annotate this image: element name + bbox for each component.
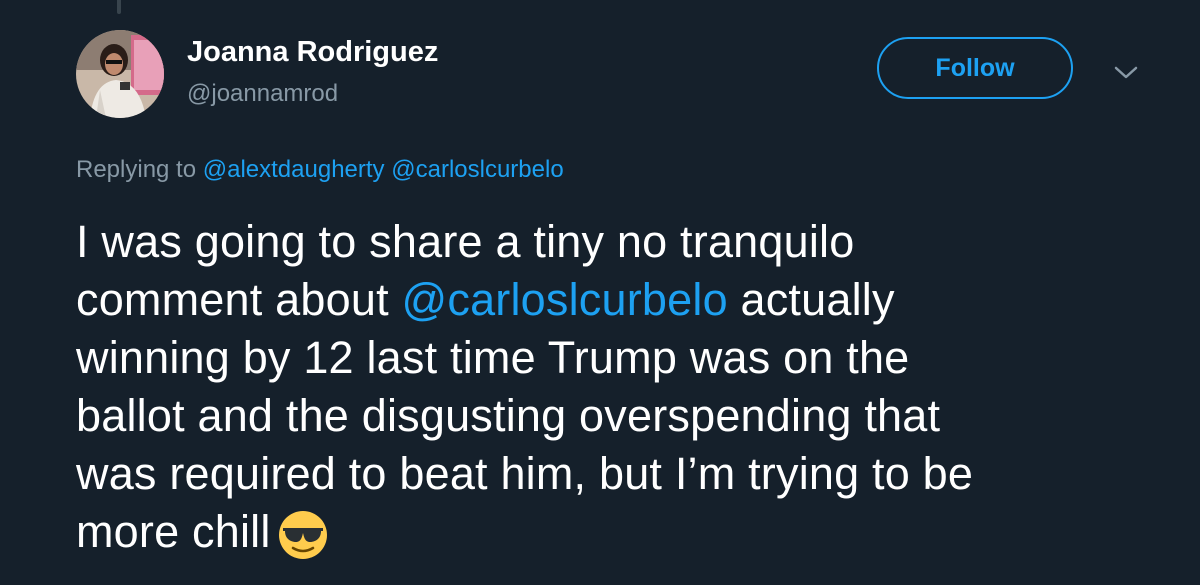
reply-mention-alextdaugherty[interactable]: @alextdaugherty <box>203 156 385 183</box>
tweet-text-line-1: I was going to share a tiny no tranquilo <box>76 216 855 267</box>
author-display-name[interactable]: Joanna Rodriguez <box>187 36 438 69</box>
avatar-photo <box>76 30 164 118</box>
tweet-text-line-6: more chill <box>76 503 1166 575</box>
reply-mention-carloslcurbelo[interactable]: @carloslcurbelo <box>391 156 563 183</box>
tweet-text-line-2: comment about @carloslcurbelo actually <box>76 271 1166 329</box>
thread-connector-line <box>117 0 121 14</box>
tweet-text-line-5: was required to beat him, but I’m trying… <box>76 448 974 499</box>
tweet-text-segment: actually <box>740 274 895 325</box>
tweet-text-segment: comment about <box>76 274 389 325</box>
replying-to-line: Replying to @alextdaugherty @carloslcurb… <box>76 156 564 184</box>
tweet-card: Joanna Rodriguez @joannamrod Follow Repl… <box>0 0 1200 585</box>
tweet-text: I was going to share a tiny no tranquilo… <box>76 213 1166 575</box>
avatar[interactable] <box>76 30 164 118</box>
tweet-text-segment: more chill <box>76 506 271 557</box>
chevron-down-icon[interactable] <box>1111 60 1141 84</box>
follow-button[interactable]: Follow <box>877 37 1073 99</box>
tweet-text-line-3: winning by 12 last time Trump was on the <box>76 332 910 383</box>
tweet-text-line-4: ballot and the disgusting overspending t… <box>76 390 941 441</box>
author-handle[interactable]: @joannamrod <box>187 80 338 108</box>
sunglasses-emoji-icon <box>277 509 329 575</box>
replying-to-label: Replying to <box>76 156 197 183</box>
tweet-mention-carloslcurbelo[interactable]: @carloslcurbelo <box>401 274 727 325</box>
